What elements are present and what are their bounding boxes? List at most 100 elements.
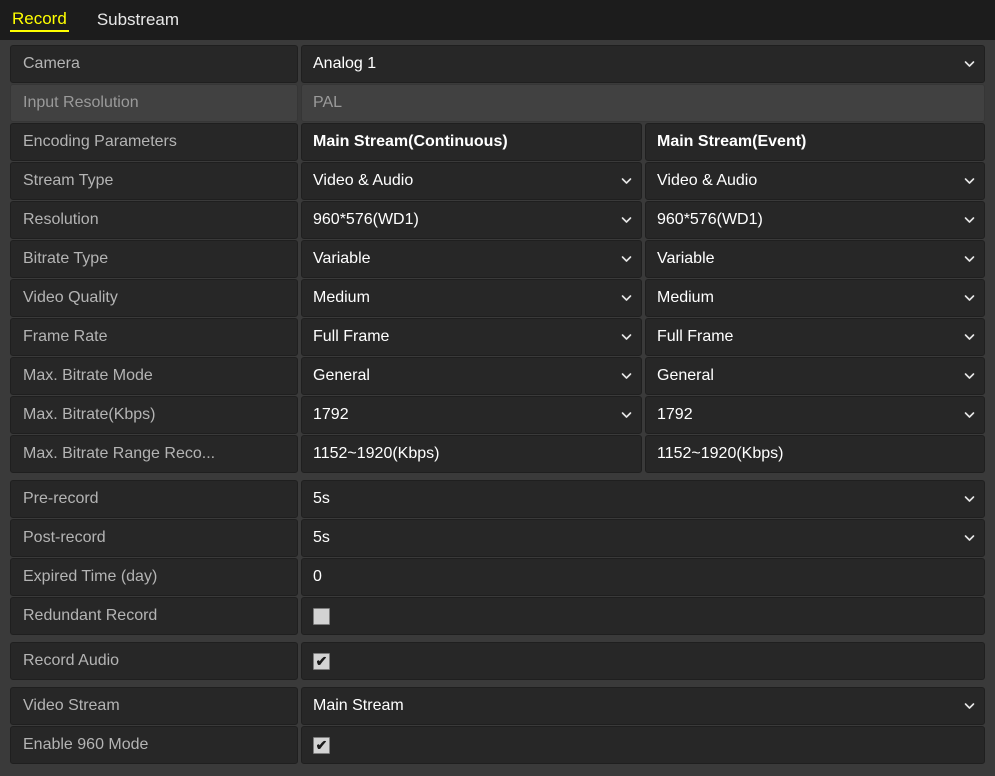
chevron-down-icon bbox=[621, 332, 632, 343]
row-video-quality: Video Quality Medium Medium bbox=[10, 279, 985, 317]
chevron-down-icon bbox=[964, 293, 975, 304]
bitrate-type-event-select[interactable]: Variable bbox=[645, 240, 985, 278]
check-icon: ✔ bbox=[315, 736, 328, 753]
input-resolution-value: PAL bbox=[301, 84, 985, 122]
record-timing-group: Pre-record 5s Post-record 5s Expired Tim… bbox=[10, 480, 985, 635]
row-video-stream: Video Stream Main Stream bbox=[10, 687, 985, 725]
post-record-select[interactable]: 5s bbox=[301, 519, 985, 557]
label-enable-960-mode: Enable 960 Mode bbox=[10, 726, 298, 764]
label-resolution: Resolution bbox=[10, 201, 298, 239]
row-resolution: Resolution 960*576(WD1) 960*576(WD1) bbox=[10, 201, 985, 239]
enable-960-mode-checkbox[interactable]: ✔ bbox=[313, 736, 330, 754]
chevron-down-icon bbox=[621, 371, 632, 382]
redundant-record-checkbox[interactable]: ✔ bbox=[313, 607, 330, 625]
row-record-audio: Record Audio ✔ bbox=[10, 642, 985, 680]
chevron-down-icon bbox=[964, 59, 975, 70]
row-max-bitrate-mode: Max. Bitrate Mode General General bbox=[10, 357, 985, 395]
resolution-continuous-value: 960*576(WD1) bbox=[313, 211, 419, 228]
tab-bar: Record Substream bbox=[0, 0, 995, 40]
record-audio-checkbox[interactable]: ✔ bbox=[313, 652, 330, 670]
label-record-audio: Record Audio bbox=[10, 642, 298, 680]
chevron-down-icon bbox=[964, 176, 975, 187]
label-post-record: Post-record bbox=[10, 519, 298, 557]
video-quality-event-value: Medium bbox=[657, 289, 714, 306]
max-bitrate-mode-event-value: General bbox=[657, 367, 714, 384]
chevron-down-icon bbox=[964, 533, 975, 544]
camera-value: Analog 1 bbox=[313, 55, 377, 72]
pre-record-value: 5s bbox=[313, 490, 330, 507]
label-pre-record: Pre-record bbox=[10, 480, 298, 518]
video-stream-select[interactable]: Main Stream bbox=[301, 687, 985, 725]
bitrate-type-event-value: Variable bbox=[657, 250, 715, 267]
label-encoding-parameters: Encoding Parameters bbox=[10, 123, 298, 161]
column-header-continuous: Main Stream(Continuous) bbox=[301, 123, 642, 161]
max-bitrate-mode-event-select[interactable]: General bbox=[645, 357, 985, 395]
redundant-record-cell: ✔ bbox=[301, 597, 985, 635]
max-bitrate-event-select[interactable]: 1792 bbox=[645, 396, 985, 434]
row-bitrate-type: Bitrate Type Variable Variable bbox=[10, 240, 985, 278]
chevron-down-icon bbox=[621, 254, 632, 265]
label-input-resolution: Input Resolution bbox=[10, 84, 298, 122]
label-max-bitrate-range: Max. Bitrate Range Reco... bbox=[10, 435, 298, 473]
stream-type-event-value: Video & Audio bbox=[657, 172, 758, 189]
row-input-resolution: Input Resolution PAL bbox=[10, 84, 985, 122]
encoding-settings-group: Camera Analog 1 Input Resolution PAL Enc… bbox=[10, 45, 985, 473]
max-bitrate-event-value: 1792 bbox=[657, 406, 693, 423]
chevron-down-icon bbox=[964, 371, 975, 382]
video-stream-group: Video Stream Main Stream Enable 960 Mode… bbox=[10, 687, 985, 764]
chevron-down-icon bbox=[621, 293, 632, 304]
check-icon: ✔ bbox=[315, 652, 328, 669]
chevron-down-icon bbox=[621, 410, 632, 421]
chevron-down-icon bbox=[964, 332, 975, 343]
row-redundant-record: Redundant Record ✔ bbox=[10, 597, 985, 635]
stream-type-continuous-select[interactable]: Video & Audio bbox=[301, 162, 642, 200]
max-bitrate-range-continuous-value: 1152~1920(Kbps) bbox=[301, 435, 642, 473]
stream-type-continuous-value: Video & Audio bbox=[313, 172, 414, 189]
tab-substream[interactable]: Substream bbox=[95, 9, 181, 31]
enable-960-mode-cell: ✔ bbox=[301, 726, 985, 764]
label-stream-type: Stream Type bbox=[10, 162, 298, 200]
max-bitrate-mode-continuous-select[interactable]: General bbox=[301, 357, 642, 395]
column-header-event: Main Stream(Event) bbox=[645, 123, 985, 161]
label-video-stream: Video Stream bbox=[10, 687, 298, 725]
max-bitrate-continuous-value: 1792 bbox=[313, 406, 349, 423]
max-bitrate-mode-continuous-value: General bbox=[313, 367, 370, 384]
bitrate-type-continuous-select[interactable]: Variable bbox=[301, 240, 642, 278]
chevron-down-icon bbox=[621, 215, 632, 226]
frame-rate-event-value: Full Frame bbox=[657, 328, 734, 345]
label-video-quality: Video Quality bbox=[10, 279, 298, 317]
tab-record[interactable]: Record bbox=[10, 8, 69, 32]
video-quality-event-select[interactable]: Medium bbox=[645, 279, 985, 317]
frame-rate-continuous-select[interactable]: Full Frame bbox=[301, 318, 642, 356]
bitrate-type-continuous-value: Variable bbox=[313, 250, 371, 267]
row-frame-rate: Frame Rate Full Frame Full Frame bbox=[10, 318, 985, 356]
chevron-down-icon bbox=[964, 215, 975, 226]
record-settings-panel: Camera Analog 1 Input Resolution PAL Enc… bbox=[0, 40, 995, 776]
chevron-down-icon bbox=[964, 701, 975, 712]
max-bitrate-continuous-select[interactable]: 1792 bbox=[301, 396, 642, 434]
row-max-bitrate: Max. Bitrate(Kbps) 1792 1792 bbox=[10, 396, 985, 434]
frame-rate-event-select[interactable]: Full Frame bbox=[645, 318, 985, 356]
video-quality-continuous-select[interactable]: Medium bbox=[301, 279, 642, 317]
resolution-continuous-select[interactable]: 960*576(WD1) bbox=[301, 201, 642, 239]
chevron-down-icon bbox=[964, 410, 975, 421]
pre-record-select[interactable]: 5s bbox=[301, 480, 985, 518]
stream-type-event-select[interactable]: Video & Audio bbox=[645, 162, 985, 200]
row-expired-time: Expired Time (day) 0 bbox=[10, 558, 985, 596]
frame-rate-continuous-value: Full Frame bbox=[313, 328, 390, 345]
label-max-bitrate: Max. Bitrate(Kbps) bbox=[10, 396, 298, 434]
expired-time-input[interactable]: 0 bbox=[301, 558, 985, 596]
post-record-value: 5s bbox=[313, 529, 330, 546]
label-frame-rate: Frame Rate bbox=[10, 318, 298, 356]
camera-select[interactable]: Analog 1 bbox=[301, 45, 985, 83]
chevron-down-icon bbox=[964, 254, 975, 265]
resolution-event-select[interactable]: 960*576(WD1) bbox=[645, 201, 985, 239]
video-stream-value: Main Stream bbox=[313, 697, 404, 714]
resolution-event-value: 960*576(WD1) bbox=[657, 211, 763, 228]
chevron-down-icon bbox=[964, 494, 975, 505]
label-redundant-record: Redundant Record bbox=[10, 597, 298, 635]
row-pre-record: Pre-record 5s bbox=[10, 480, 985, 518]
chevron-down-icon bbox=[621, 176, 632, 187]
label-max-bitrate-mode: Max. Bitrate Mode bbox=[10, 357, 298, 395]
label-bitrate-type: Bitrate Type bbox=[10, 240, 298, 278]
